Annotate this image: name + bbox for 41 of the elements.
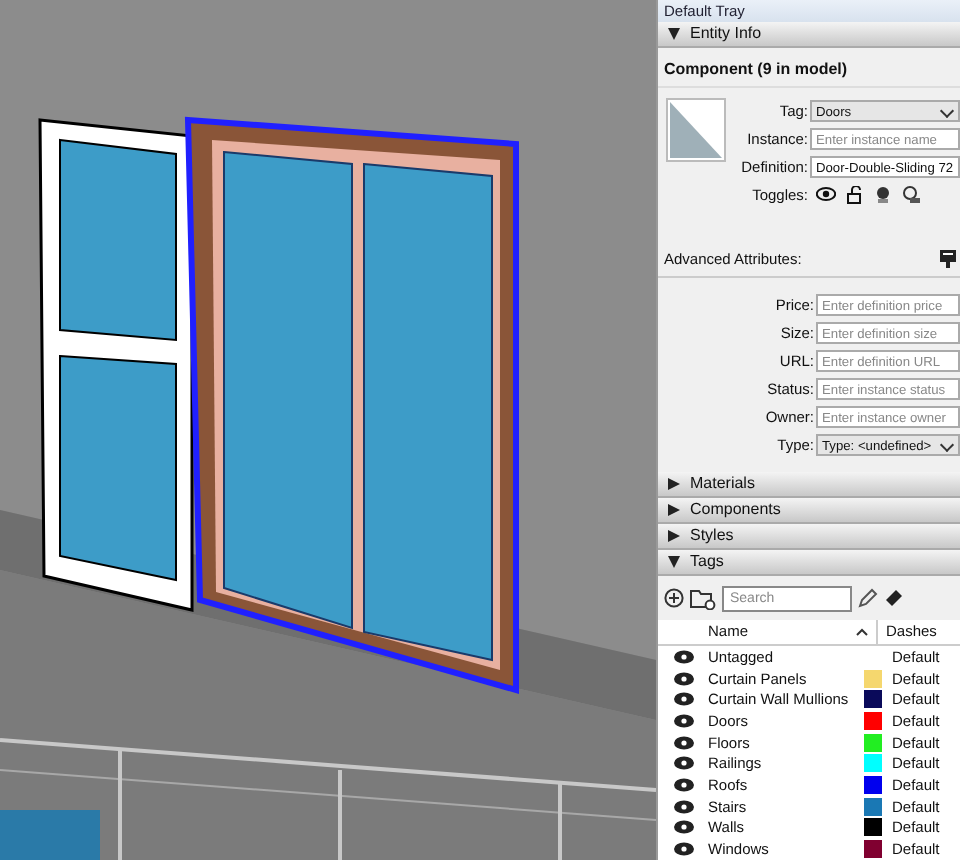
entity-title: Component (9 in model) [658, 48, 960, 88]
color-swatch[interactable] [864, 669, 882, 688]
entity-info-header[interactable]: Entity Info [658, 22, 960, 48]
eye-icon[interactable] [674, 671, 694, 686]
shadow-receive-icon[interactable] [902, 185, 920, 203]
eye-icon[interactable] [674, 735, 694, 750]
component-thumbnail-icon [666, 98, 726, 162]
triangle-icon [668, 28, 680, 40]
color-swatch[interactable] [864, 818, 882, 837]
color-swatch[interactable] [864, 776, 882, 795]
triangle-icon [668, 530, 680, 542]
color-swatch[interactable] [864, 711, 882, 730]
eye-icon[interactable] [816, 186, 836, 202]
triangle-icon [668, 478, 680, 490]
add-folder-icon[interactable] [690, 587, 716, 609]
eye-icon[interactable] [674, 692, 694, 707]
section-header[interactable]: Styles [658, 524, 960, 550]
report-icon[interactable] [940, 250, 956, 268]
eye-icon[interactable] [674, 713, 694, 728]
lock-icon[interactable] [846, 185, 864, 203]
color-swatch[interactable] [864, 797, 882, 816]
pencil-icon[interactable] [858, 588, 878, 608]
color-swatch[interactable] [864, 840, 882, 859]
triangle-icon [668, 556, 680, 568]
sort-ascending-icon [856, 628, 868, 636]
section-header[interactable]: Tags [658, 550, 960, 576]
eraser-icon[interactable] [884, 588, 904, 608]
eye-icon[interactable] [674, 842, 694, 857]
eye-icon[interactable] [674, 756, 694, 771]
section-header[interactable]: Materials [658, 472, 960, 498]
shadow-cast-icon[interactable] [874, 185, 892, 203]
section-header[interactable]: Components [658, 498, 960, 524]
color-swatch[interactable] [864, 733, 882, 752]
eye-icon[interactable] [674, 820, 694, 835]
color-swatch[interactable] [864, 690, 882, 709]
triangle-icon [668, 504, 680, 516]
eye-icon[interactable] [674, 649, 694, 664]
add-icon[interactable] [664, 588, 684, 608]
eye-icon[interactable] [674, 799, 694, 814]
color-swatch[interactable] [864, 754, 882, 773]
eye-icon[interactable] [674, 778, 694, 793]
